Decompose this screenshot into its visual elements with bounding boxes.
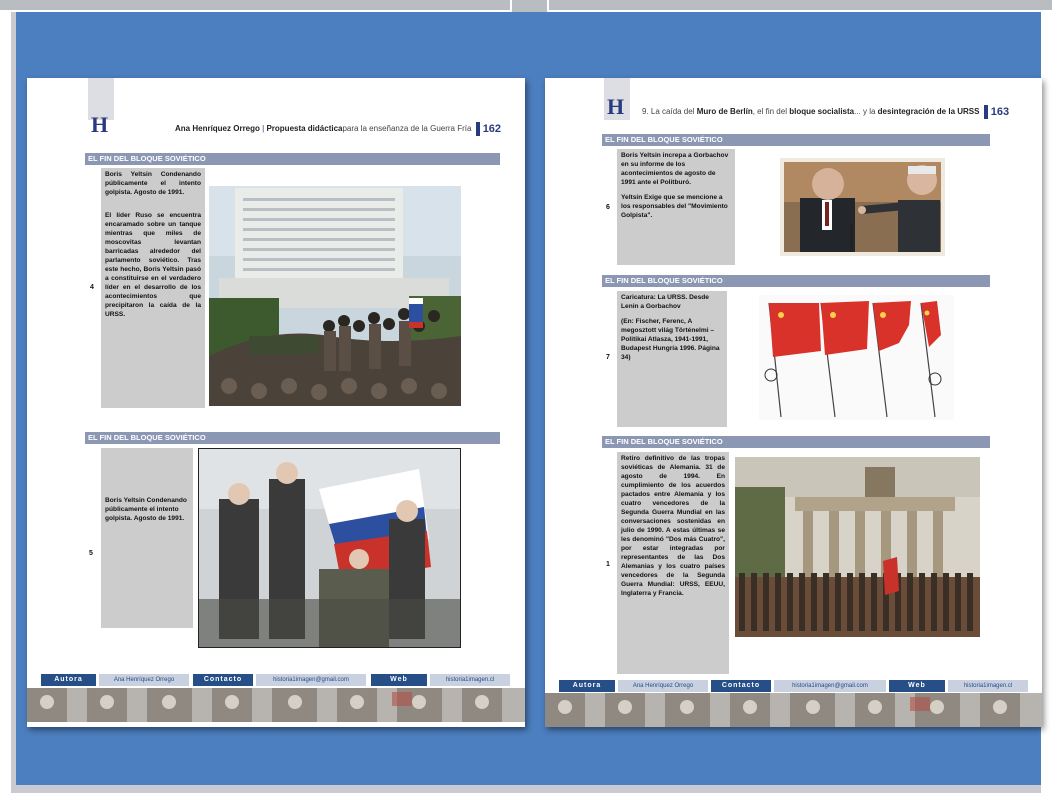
header-urss: desintegración de la URSS bbox=[877, 107, 980, 117]
caption-box: Boris Yeltsin Condenando públicamente el… bbox=[101, 448, 193, 628]
caption-paragraph: Caricatura: La URSS. Desde Lenin a Gorba… bbox=[621, 294, 709, 310]
footer-contacto-value[interactable]: historia1imagen@gmail.com bbox=[774, 680, 886, 692]
caption-box: Boris Yeltsin Condenando públicamente el… bbox=[101, 168, 205, 408]
header-pre: 9. La caída del bbox=[642, 107, 697, 117]
caption-box: Retiro definitivo de las tropas soviétic… bbox=[617, 452, 729, 674]
page-number-bar bbox=[475, 122, 480, 136]
footer-photo-strip bbox=[27, 688, 525, 722]
footer-autora-value: Ana Henríquez Orrego bbox=[99, 674, 189, 686]
page-header: Ana Henríquez Orrego | Propuesta didácti… bbox=[175, 122, 502, 136]
footer-contacto-label: Contacto bbox=[711, 680, 771, 692]
figure-number: 7 bbox=[606, 354, 610, 361]
page-footer: Autora Ana Henríquez Orrego Contacto his… bbox=[545, 680, 1042, 692]
caption-box: Boris Yeltsin increpa a Gorbachov en su … bbox=[617, 149, 735, 265]
viewer-bottom-edge bbox=[11, 785, 1041, 793]
page-number: 162 bbox=[482, 123, 502, 135]
caption-paragraph: El líder Ruso se encuentra encaramado so… bbox=[105, 212, 201, 318]
header-mid2: ... y la bbox=[854, 107, 878, 117]
page-number: 163 bbox=[990, 106, 1010, 118]
caption-paragraph: (En: Fischer, Ferenc, A megosztott világ… bbox=[621, 318, 720, 361]
footer-web-label: Web bbox=[889, 680, 945, 692]
footer-web-value[interactable]: historia1imagen.cl bbox=[948, 680, 1028, 692]
photo-yeltsin-flag-1991 bbox=[198, 448, 461, 648]
footer-autora-label: Autora bbox=[41, 674, 96, 686]
footer-photo-strip bbox=[545, 693, 1042, 727]
photo-brandenburg-gate-1994 bbox=[735, 457, 980, 637]
figure-number: 6 bbox=[606, 204, 610, 211]
photo-yeltsin-tank-1991 bbox=[209, 186, 461, 406]
caption-paragraph: Yeltsin Exige que se mencione a los resp… bbox=[621, 194, 728, 219]
page-162: H Ana Henríquez Orrego | Propuesta didác… bbox=[27, 78, 525, 727]
section-title: EL FIN DEL BLOQUE SOVIÉTICO bbox=[85, 153, 500, 165]
footer-contacto-label: Contacto bbox=[193, 674, 253, 686]
header-bloque: bloque socialista bbox=[789, 107, 855, 117]
footer-contacto-value[interactable]: historia1imagen@gmail.com bbox=[256, 674, 366, 686]
cartoon-urss-lenin-gorbachov bbox=[759, 295, 954, 420]
footer-autora-label: Autora bbox=[559, 680, 615, 692]
top-bar-right bbox=[549, 0, 1052, 10]
caption-box: Caricatura: La URSS. Desde Lenin a Gorba… bbox=[617, 291, 727, 427]
caption-paragraph: Retiro definitivo de las tropas soviétic… bbox=[621, 455, 725, 597]
viewer-left-edge bbox=[11, 12, 16, 793]
caption-paragraph: Boris Yeltsin Condenando públicamente el… bbox=[105, 171, 201, 196]
header-proposal: Propuesta didáctica bbox=[266, 124, 343, 134]
header-author: Ana Henríquez Orrego bbox=[175, 124, 260, 134]
footer-autora-value: Ana Henríquez Orrego bbox=[618, 680, 708, 692]
page-163: H 9. La caída del Muro de Berlín, el fin… bbox=[545, 78, 1042, 727]
footer-web-value[interactable]: historia1imagen.cl bbox=[430, 674, 510, 686]
section-title: EL FIN DEL BLOQUE SOVIÉTICO bbox=[602, 275, 990, 287]
top-bar-left bbox=[0, 0, 510, 10]
page-header: 9. La caída del Muro de Berlín, el fin d… bbox=[642, 105, 1009, 119]
section-title: EL FIN DEL BLOQUE SOVIÉTICO bbox=[602, 436, 990, 448]
page-footer: Autora Ana Henríquez Orrego Contacto his… bbox=[27, 674, 525, 686]
caption-paragraph: Boris Yeltsin increpa a Gorbachov en su … bbox=[621, 152, 729, 186]
caption-paragraph: Boris Yeltsin Condenando públicamente el… bbox=[105, 497, 187, 522]
logo-h: H bbox=[607, 94, 625, 119]
footer-web-label: Web bbox=[371, 674, 427, 686]
header-muro: Muro de Berlín bbox=[696, 107, 753, 117]
section-title: EL FIN DEL BLOQUE SOVIÉTICO bbox=[602, 134, 990, 146]
figure-number: 5 bbox=[89, 550, 93, 557]
header-rest: para la enseñanza de la Guerra Fría bbox=[342, 124, 472, 134]
photo-yeltsin-gorbachov bbox=[780, 158, 945, 256]
logo-h: H bbox=[91, 112, 109, 137]
figure-number: 4 bbox=[90, 284, 94, 291]
section-title: EL FIN DEL BLOQUE SOVIÉTICO bbox=[85, 432, 500, 444]
page-number-bar bbox=[983, 105, 988, 119]
header-mid1: , el fin del bbox=[752, 107, 790, 117]
figure-number: 1 bbox=[606, 561, 610, 568]
